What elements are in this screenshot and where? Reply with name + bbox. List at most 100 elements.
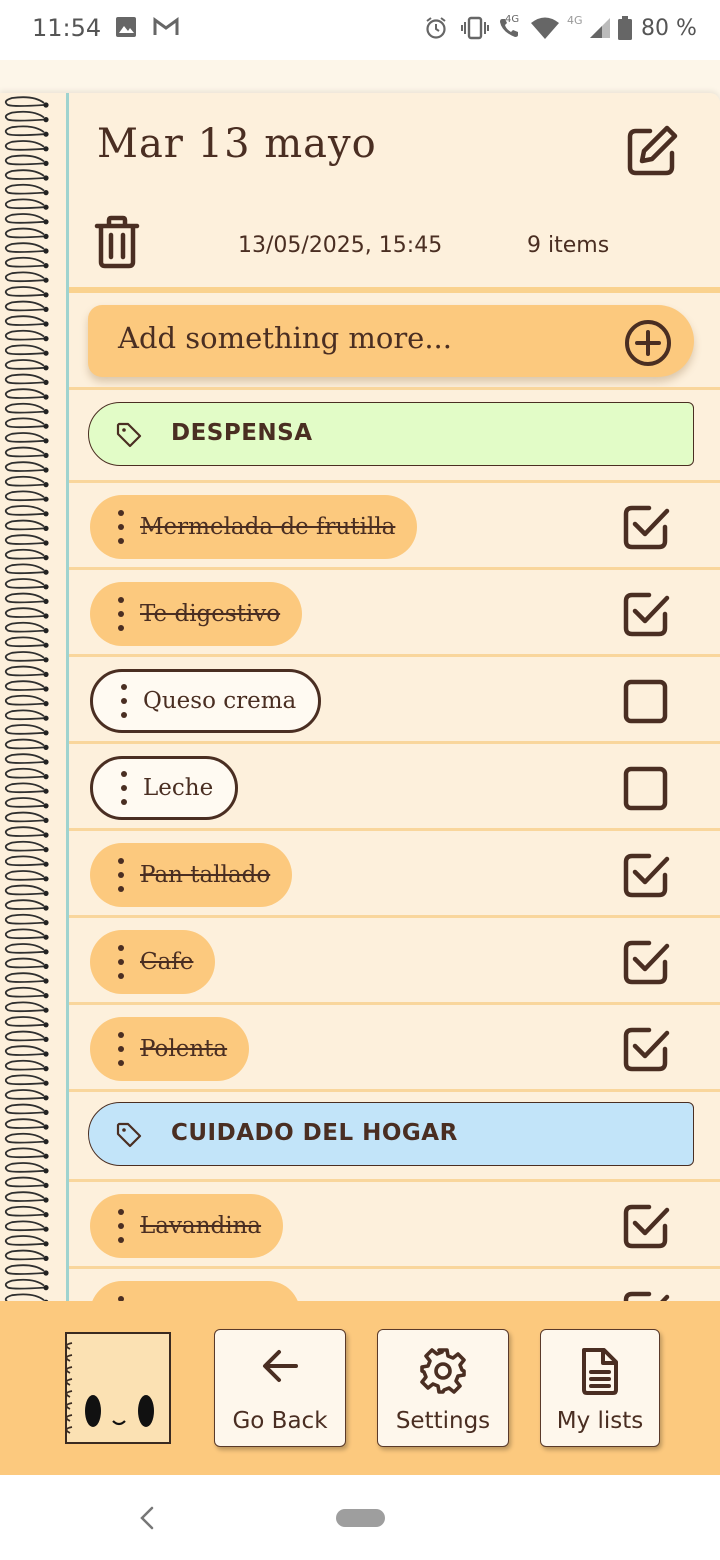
spiral-hole (43, 379, 49, 385)
image-notification-icon (116, 17, 136, 37)
add-item-bar[interactable]: Add something more... (88, 305, 694, 377)
settings-button[interactable]: Settings (377, 1329, 509, 1447)
status-bar: 11:54 4G 4G 80 % (0, 0, 720, 60)
spiral-hole (43, 1182, 49, 1188)
spiral-coil (4, 1059, 45, 1071)
add-item-input[interactable]: Add something more... (118, 321, 452, 355)
tag-icon (116, 422, 142, 448)
spiral-hole (43, 496, 49, 502)
list-item[interactable]: Lavandina (69, 1182, 720, 1266)
spiral-coil (4, 1205, 45, 1217)
drag-handle-icon[interactable] (118, 1209, 124, 1243)
spiral-hole (43, 890, 49, 897)
checkbox-checked-icon[interactable] (622, 1025, 670, 1073)
spiral-coil (4, 826, 45, 837)
drag-handle-icon[interactable] (118, 1032, 124, 1066)
item-pill[interactable]: Polenta (90, 1017, 250, 1081)
checkbox-checked-icon[interactable] (622, 590, 670, 638)
system-back-icon[interactable] (138, 1505, 156, 1531)
category-header-cuidado-del-hogar[interactable]: CUIDADO DEL HOGAR (88, 1102, 694, 1166)
spiral-coil (4, 1235, 45, 1246)
list-item[interactable]: Leche (69, 744, 720, 828)
system-nav-bar (0, 1475, 720, 1560)
spiral-hole (43, 1212, 49, 1218)
spiral-hole (43, 774, 49, 780)
trash-icon[interactable] (94, 215, 140, 269)
spiral-hole (43, 350, 49, 356)
my-lists-button[interactable]: My lists (540, 1329, 660, 1447)
spiral-coil (4, 753, 45, 764)
gear-icon (420, 1348, 466, 1394)
item-pill[interactable]: Leche (90, 756, 239, 820)
spiral-hole (43, 1051, 49, 1057)
spiral-hole (43, 102, 49, 108)
category-label: DESPENSA (171, 420, 313, 446)
network-type-badge: 4G (567, 14, 583, 27)
drag-handle-icon[interactable] (118, 858, 124, 892)
battery-icon (618, 16, 632, 40)
spiral-coil (4, 154, 45, 166)
list-item[interactable]: Polenta (69, 1005, 720, 1089)
spiral-coil (4, 680, 45, 691)
category-header-despensa[interactable]: DESPENSA (88, 402, 694, 466)
list-item[interactable]: Pan tallado (69, 831, 720, 915)
item-pill[interactable]: Cafe (90, 930, 216, 994)
checkbox-checked-icon[interactable] (622, 1202, 670, 1250)
drag-handle-icon[interactable] (118, 597, 124, 631)
tag-icon (116, 1122, 142, 1148)
go-back-button[interactable]: Go Back (214, 1329, 346, 1447)
spiral-hole (43, 993, 49, 999)
list-item[interactable]: Queso crema (69, 657, 720, 741)
spiral-hole (43, 409, 49, 415)
checkbox-empty-icon[interactable] (622, 677, 670, 725)
spiral-coil (4, 213, 45, 224)
item-pill[interactable]: Mermelada de frutilla (90, 495, 418, 559)
item-pill[interactable]: Te digestivo (90, 582, 303, 646)
item-label: Te digestivo (140, 601, 281, 627)
spiral-hole (43, 438, 49, 444)
spiral-coil (4, 417, 45, 429)
add-circle-icon[interactable] (624, 319, 672, 367)
list-item[interactable]: Cafe (69, 918, 720, 1002)
drag-handle-icon[interactable] (121, 771, 127, 805)
item-label: Queso crema (143, 688, 297, 714)
checkbox-checked-icon[interactable] (622, 851, 670, 899)
checkbox-empty-icon[interactable] (622, 764, 670, 812)
drag-handle-icon[interactable] (121, 684, 127, 718)
spiral-hole (43, 963, 49, 970)
wifi-icon (531, 17, 559, 39)
document-icon (582, 1348, 618, 1395)
item-pill[interactable]: Queso crema (90, 669, 322, 733)
spiral-coil (4, 373, 45, 385)
spiral-hole (43, 1007, 49, 1013)
list-item[interactable]: Mermelada de frutilla (69, 483, 720, 567)
spiral-coil (4, 125, 45, 137)
checkbox-checked-icon[interactable] (622, 503, 670, 551)
spiral-coil (4, 651, 45, 662)
spiral-coil (4, 402, 45, 414)
spiral-coil (4, 534, 45, 545)
spiral-coil (4, 1162, 45, 1173)
spiral-coil (4, 227, 45, 239)
spiral-hole (43, 277, 49, 283)
item-pill[interactable]: Pan tallado (90, 843, 293, 907)
drag-handle-icon[interactable] (118, 945, 124, 979)
spiral-hole (43, 146, 49, 152)
spiral-hole (43, 1080, 49, 1086)
spiral-coil (4, 972, 45, 983)
spiral-coil (4, 1089, 45, 1100)
drag-handle-icon[interactable] (118, 510, 124, 544)
spiral-coil (4, 738, 45, 750)
spiral-coil (4, 884, 45, 896)
spiral-hole (43, 657, 49, 663)
item-pill[interactable] (90, 1281, 300, 1303)
spiral-coil (4, 140, 45, 151)
spiral-binding (4, 96, 49, 1303)
notebook-mascot-logo (65, 1332, 171, 1444)
list-item[interactable]: Te digestivo (69, 570, 720, 654)
system-home-pill[interactable] (336, 1509, 385, 1527)
checkbox-checked-icon[interactable] (622, 938, 670, 986)
edit-icon[interactable] (624, 123, 680, 179)
item-pill[interactable]: Lavandina (90, 1194, 284, 1258)
list-item-partial[interactable] (69, 1269, 720, 1303)
